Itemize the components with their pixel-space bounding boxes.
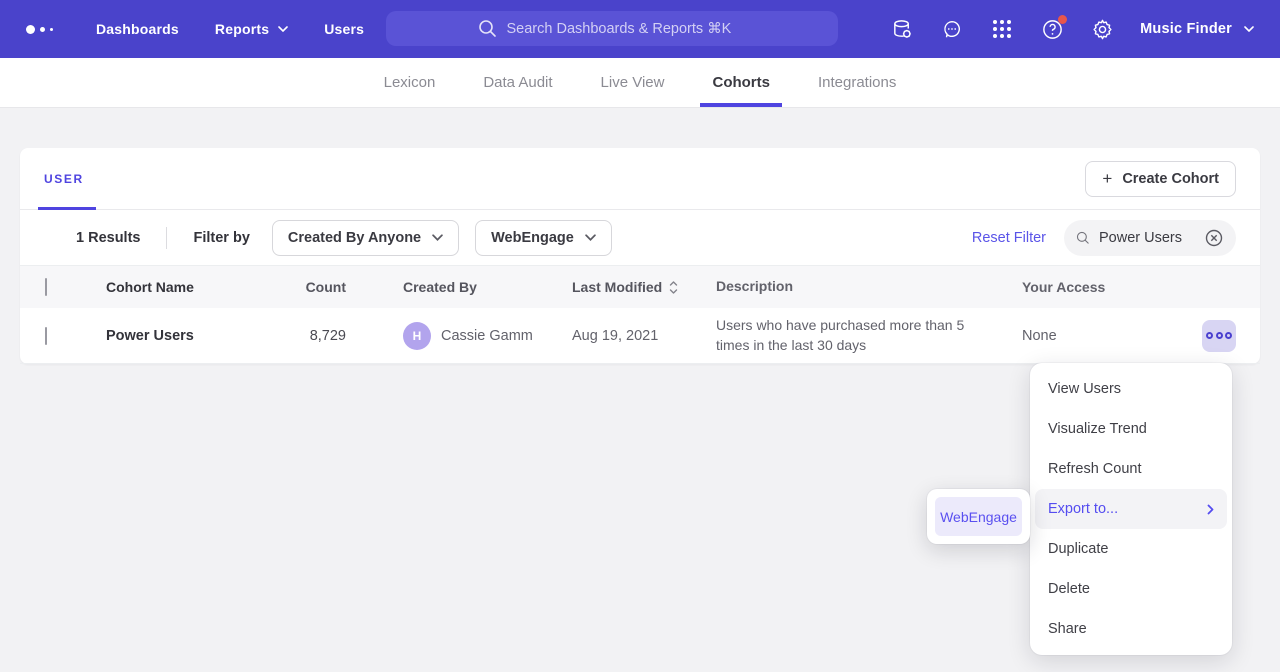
creator-name: Cassie Gamm: [441, 328, 533, 344]
created-by-dropdown[interactable]: Created By Anyone: [272, 220, 459, 256]
logo-dot-small: [50, 28, 53, 31]
menu-item-export-to[interactable]: Export to...: [1035, 489, 1227, 529]
reset-filter-link[interactable]: Reset Filter: [972, 230, 1046, 246]
settings-tabbar: Lexicon Data Audit Live View Cohorts Int…: [0, 58, 1280, 108]
menu-item-delete[interactable]: Delete: [1030, 569, 1232, 609]
menu-item-duplicate[interactable]: Duplicate: [1030, 529, 1232, 569]
global-search-input[interactable]: [507, 21, 747, 37]
tab-integrations[interactable]: Integrations: [798, 58, 916, 107]
header-label: Last Modified: [572, 279, 662, 295]
last-modified-cell: Aug 19, 2021: [572, 328, 716, 344]
chevron-down-icon: [278, 26, 288, 32]
more-dot: [1206, 332, 1213, 339]
cohort-name-cell[interactable]: Power Users: [106, 328, 286, 344]
nav-item-label: Users: [324, 21, 364, 37]
export-submenu: WebEngage: [927, 489, 1030, 544]
tab-data-audit[interactable]: Data Audit: [463, 58, 572, 107]
create-cohort-label: Create Cohort: [1122, 171, 1219, 187]
nav-item-users[interactable]: Users: [310, 13, 378, 45]
created-by-dropdown-value: Created By Anyone: [288, 230, 421, 246]
chevron-right-icon: [1207, 504, 1214, 515]
panel-header: USER + Create Cohort: [20, 148, 1260, 210]
divider: [166, 227, 167, 249]
cohort-search-input[interactable]: [1099, 230, 1195, 246]
row-checkbox[interactable]: [45, 327, 47, 345]
avatar: H: [403, 322, 431, 350]
global-search[interactable]: [386, 11, 838, 46]
help-icon[interactable]: [1040, 17, 1064, 41]
chevron-down-icon: [1244, 26, 1254, 32]
header-your-access: Your Access: [1022, 279, 1142, 295]
menu-item-label: Export to...: [1048, 501, 1118, 517]
notification-badge: [1058, 15, 1067, 24]
logo-dot-large: [26, 25, 35, 34]
settings-gear-icon[interactable]: [1090, 17, 1114, 41]
select-all-checkbox[interactable]: [45, 278, 47, 296]
nav-item-label: Reports: [215, 21, 269, 37]
table-row[interactable]: Power Users 8,729 H Cassie Gamm Aug 19, …: [20, 308, 1260, 364]
header-count[interactable]: Count: [286, 279, 346, 295]
tab-live-view[interactable]: Live View: [581, 58, 685, 107]
chevron-down-icon: [432, 234, 443, 241]
nav-item-label: Dashboards: [96, 21, 179, 37]
tab-cohorts[interactable]: Cohorts: [692, 58, 790, 107]
created-by-cell: H Cassie Gamm: [346, 322, 572, 350]
create-cohort-button[interactable]: + Create Cohort: [1085, 161, 1236, 197]
row-actions-menu: View Users Visualize Trend Refresh Count…: [1030, 363, 1232, 655]
filter-by-label: Filter by: [193, 230, 249, 246]
table-header-row: Cohort Name Count Created By Last Modifi…: [20, 266, 1260, 308]
cohort-search[interactable]: [1064, 220, 1236, 256]
description-cell: Users who have purchased more than 5 tim…: [716, 316, 1022, 355]
cohorts-panel: USER + Create Cohort 1 Results Filter by…: [20, 148, 1260, 364]
apps-grid-icon[interactable]: [990, 17, 1014, 41]
header-cohort-name[interactable]: Cohort Name: [106, 279, 286, 295]
logo-dot-medium: [40, 27, 45, 32]
nav-item-dashboards[interactable]: Dashboards: [82, 13, 193, 45]
topnav-actions: Music Finder: [890, 17, 1254, 41]
clear-search-icon[interactable]: [1204, 228, 1224, 248]
count-cell: 8,729: [286, 328, 346, 344]
header-label: Created By: [403, 279, 477, 295]
sort-icon: [669, 281, 678, 294]
project-name: Music Finder: [1140, 21, 1232, 37]
more-dot: [1225, 332, 1232, 339]
menu-item-visualize-trend[interactable]: Visualize Trend: [1030, 409, 1232, 449]
nav-item-reports[interactable]: Reports: [201, 13, 302, 45]
brand-logo[interactable]: [26, 25, 74, 34]
menu-item-view-users[interactable]: View Users: [1030, 369, 1232, 409]
chevron-down-icon: [585, 234, 596, 241]
project-selector[interactable]: Music Finder: [1140, 21, 1254, 37]
search-icon: [478, 19, 497, 38]
menu-item-share[interactable]: Share: [1030, 609, 1232, 649]
integration-dropdown-value: WebEngage: [491, 230, 574, 246]
header-last-modified[interactable]: Last Modified: [572, 279, 716, 295]
tab-lexicon[interactable]: Lexicon: [364, 58, 456, 107]
integration-filter-dropdown[interactable]: WebEngage: [475, 220, 612, 256]
top-navbar: Dashboards Reports Users: [0, 0, 1280, 58]
row-actions-button[interactable]: [1202, 320, 1236, 352]
more-dot: [1216, 332, 1223, 339]
header-description: Description: [716, 277, 1022, 297]
search-icon: [1076, 229, 1090, 247]
menu-item-refresh-count[interactable]: Refresh Count: [1030, 449, 1232, 489]
plus-icon: +: [1102, 170, 1112, 187]
submenu-item-webengage[interactable]: WebEngage: [935, 497, 1022, 536]
tab-user[interactable]: USER: [44, 148, 84, 209]
results-count: 1 Results: [76, 230, 140, 246]
header-created-by[interactable]: Created By: [346, 279, 572, 295]
data-management-icon[interactable]: [890, 17, 914, 41]
filter-bar: 1 Results Filter by Created By Anyone We…: [20, 210, 1260, 266]
feedback-chat-icon[interactable]: [940, 17, 964, 41]
primary-nav: Dashboards Reports Users: [82, 13, 378, 45]
access-cell: None: [1022, 328, 1142, 344]
